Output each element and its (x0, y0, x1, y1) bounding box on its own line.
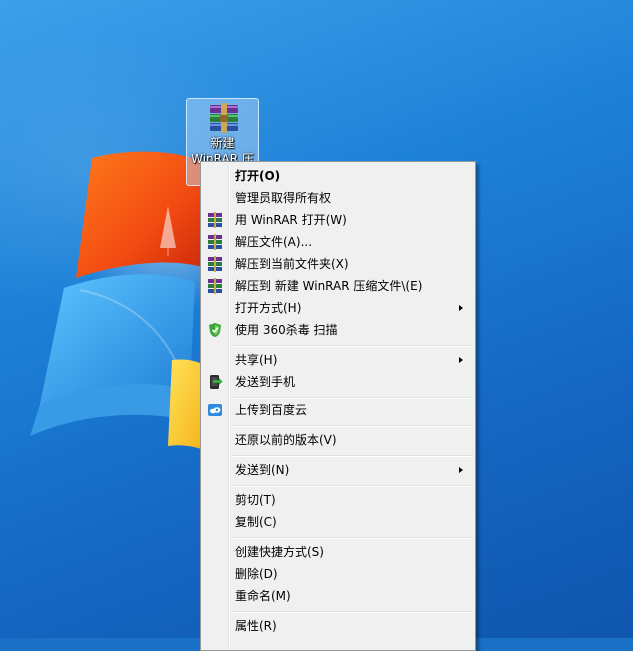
menu-item-open[interactable]: 打开(O) (203, 165, 473, 187)
menu-item-scan-360[interactable]: 使用 360杀毒 扫描 (203, 319, 473, 341)
submenu-arrow-icon (459, 357, 463, 363)
menu-separator (231, 345, 473, 347)
submenu-arrow-icon (459, 305, 463, 311)
menu-item-send-to-phone[interactable]: 发送到手机 (203, 371, 473, 393)
menu-item-take-ownership[interactable]: 管理员取得所有权 (203, 187, 473, 209)
menu-item-label: 发送到(N) (235, 463, 290, 477)
winrar-icon (208, 256, 222, 272)
menu-separator (231, 537, 473, 539)
menu-item-restore-previous-versions[interactable]: 还原以前的版本(V) (203, 429, 473, 451)
menu-item-label: 发送到手机 (235, 375, 296, 389)
winrar-icon (208, 234, 222, 250)
menu-separator (231, 611, 473, 613)
menu-item-label: 打开(O) (235, 169, 281, 183)
menu-item-create-shortcut[interactable]: 创建快捷方式(S) (203, 541, 473, 563)
winrar-archive-icon (210, 103, 238, 133)
menu-item-label: 管理员取得所有权 (235, 191, 332, 205)
menu-item-label: 打开方式(H) (235, 301, 302, 315)
menu-item-cut[interactable]: 剪切(T) (203, 489, 473, 511)
menu-item-open-with[interactable]: 打开方式(H) (203, 297, 473, 319)
menu-item-copy[interactable]: 复制(C) (203, 511, 473, 533)
menu-item-label: 剪切(T) (235, 493, 276, 507)
menu-item-label: 使用 360杀毒 扫描 (235, 323, 338, 337)
menu-item-label: 解压到 新建 WinRAR 压缩文件\(E) (235, 279, 423, 293)
menu-item-share[interactable]: 共享(H) (203, 349, 473, 371)
menu-item-extract-here[interactable]: 解压到当前文件夹(X) (203, 253, 473, 275)
menu-item-label: 删除(D) (235, 567, 278, 581)
menu-item-label: 复制(C) (235, 515, 277, 529)
menu-item-label: 创建快捷方式(S) (235, 545, 324, 559)
winrar-icon (208, 212, 222, 228)
menu-item-upload-baidu-cloud[interactable]: 上传到百度云 (203, 399, 473, 421)
menu-item-label: 解压文件(A)... (235, 235, 313, 249)
menu-item-properties[interactable]: 属性(R) (203, 615, 473, 637)
menu-item-open-with-winrar[interactable]: 用 WinRAR 打开(W) (203, 209, 473, 231)
menu-item-send-to[interactable]: 发送到(N) (203, 459, 473, 481)
menu-item-label: 还原以前的版本(V) (235, 433, 337, 447)
menu-separator (231, 425, 473, 427)
360-shield-icon (209, 323, 221, 337)
menu-item-rename[interactable]: 重命名(M) (203, 585, 473, 607)
menu-item-label: 用 WinRAR 打开(W) (235, 213, 347, 227)
menu-item-label: 共享(H) (235, 353, 278, 367)
context-menu: 打开(O) 管理员取得所有权 用 WinRAR 打开(W) 解压文件(A)...… (200, 161, 476, 651)
menu-item-label: 属性(R) (235, 619, 277, 633)
send-to-phone-icon (210, 375, 223, 389)
menu-separator (231, 485, 473, 487)
menu-item-label: 重命名(M) (235, 589, 291, 603)
submenu-arrow-icon (459, 467, 463, 473)
winrar-icon (208, 278, 222, 294)
menu-separator (231, 455, 473, 457)
baidu-cloud-icon (208, 404, 222, 416)
menu-item-label: 上传到百度云 (235, 403, 308, 417)
menu-item-extract-to-folder[interactable]: 解压到 新建 WinRAR 压缩文件\(E) (203, 275, 473, 297)
menu-item-label: 解压到当前文件夹(X) (235, 257, 349, 271)
menu-item-delete[interactable]: 删除(D) (203, 563, 473, 585)
menu-item-extract-files[interactable]: 解压文件(A)... (203, 231, 473, 253)
